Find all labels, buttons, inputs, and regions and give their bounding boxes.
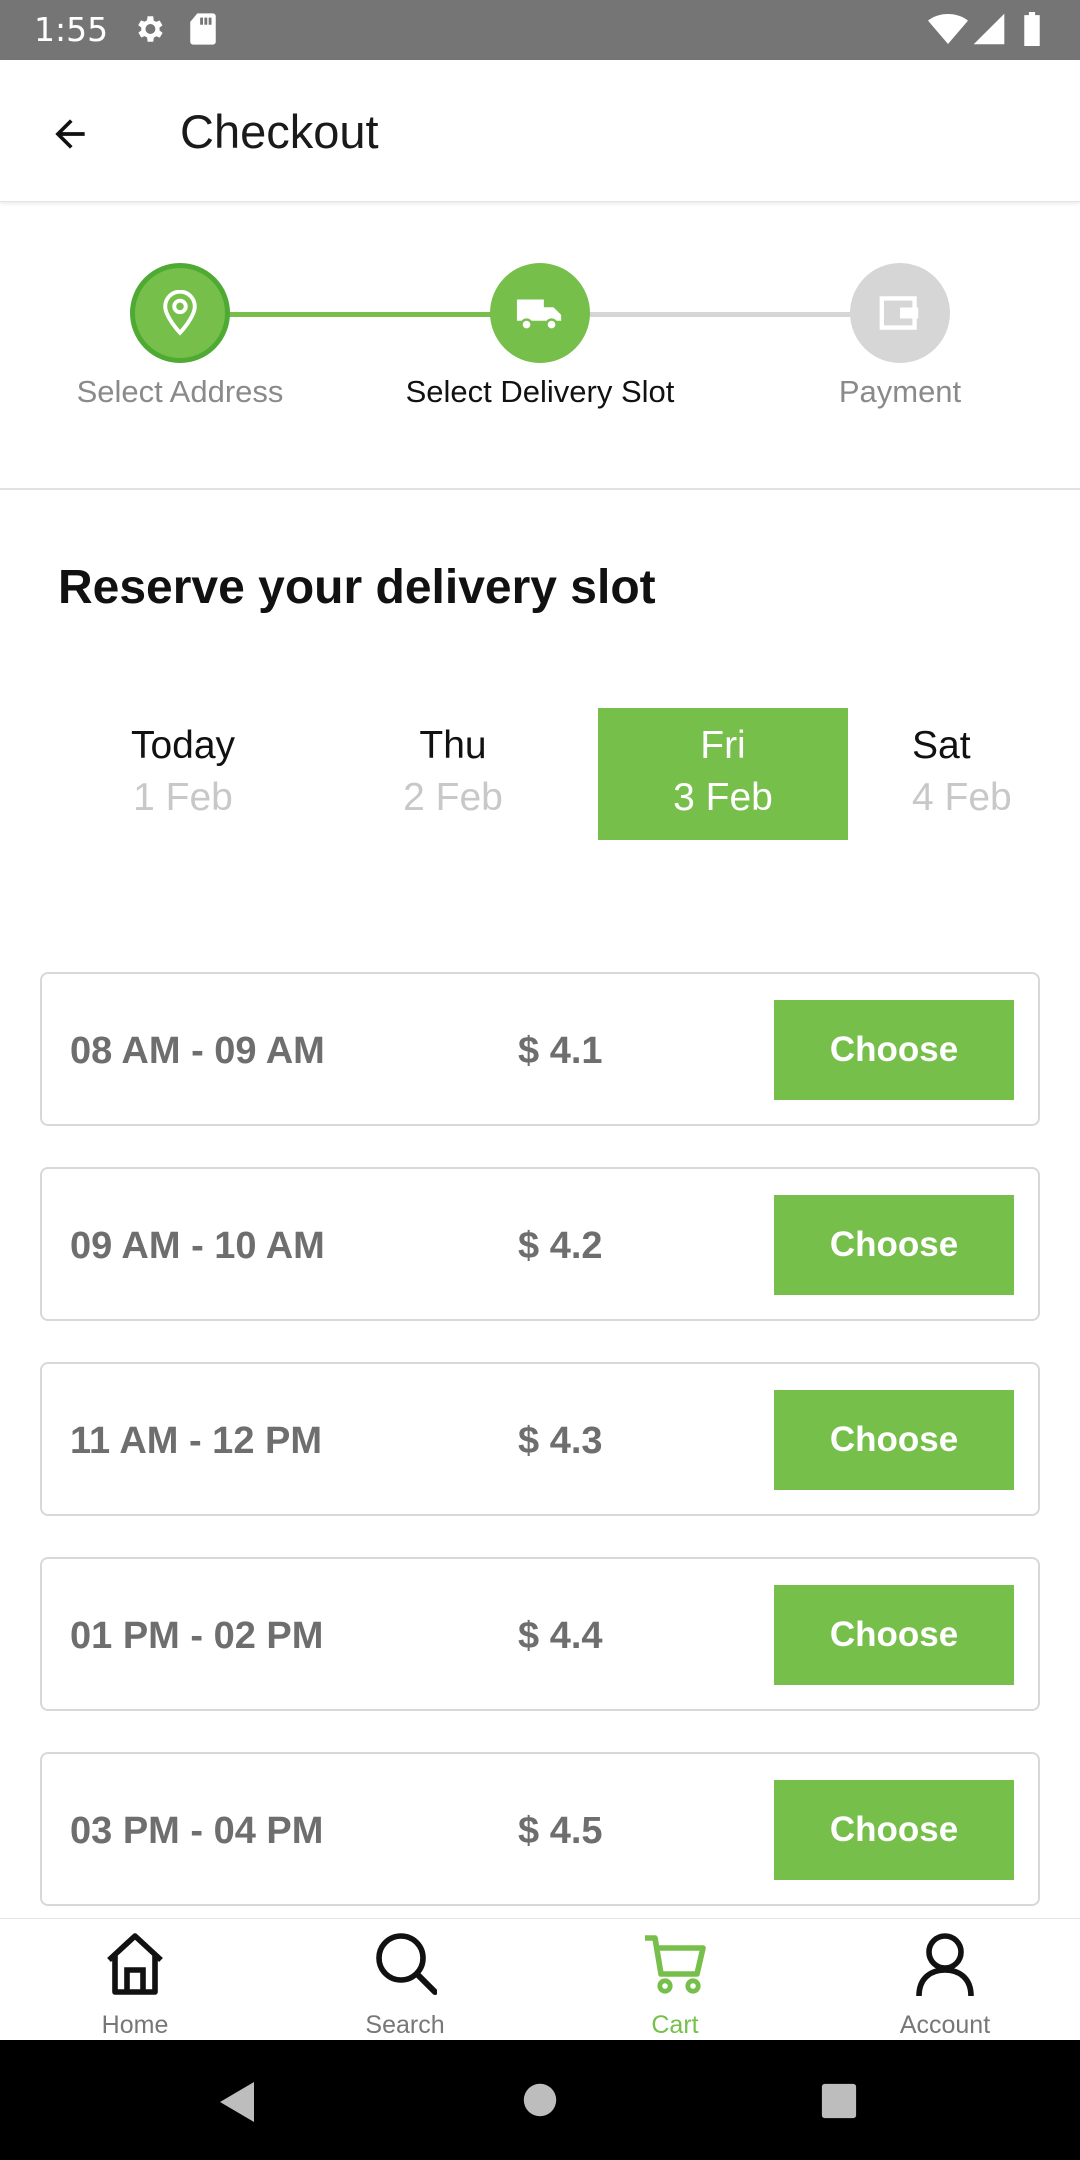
account-icon	[916, 1933, 974, 1997]
arrow-left-icon	[55, 119, 85, 149]
date-tab-date: 1 Feb	[133, 776, 233, 819]
choose-button[interactable]: Choose	[774, 1195, 1014, 1295]
checkout-stepper: Select Address Select Delivery Slot Paym…	[0, 202, 1080, 490]
system-home-icon[interactable]	[522, 2082, 558, 2118]
slot-time: 09 AM - 10 AM	[70, 1225, 325, 1267]
bottom-nav: Home Search Cart Account	[0, 1918, 1080, 2040]
wallet-icon	[879, 296, 919, 330]
date-tab-today[interactable]: Today 1 Feb	[58, 708, 308, 840]
step-label-payment: Payment	[838, 374, 962, 409]
step-label-delivery: Select Delivery Slot	[405, 374, 675, 409]
system-back-icon[interactable]	[218, 2080, 258, 2124]
sd-card-icon	[190, 13, 216, 45]
nav-label-search: Search	[365, 2011, 445, 2039]
choose-button[interactable]: Choose	[774, 1390, 1014, 1490]
system-recents-icon[interactable]	[820, 2082, 858, 2120]
date-tab-day: Today	[130, 724, 236, 767]
date-tab-sat[interactable]: Sat 4 Feb	[868, 708, 1080, 840]
nav-label-cart: Cart	[651, 2011, 699, 2039]
nav-item-home[interactable]: Home	[0, 1919, 270, 2041]
home-icon	[107, 1933, 163, 1995]
truck-icon	[516, 299, 562, 331]
app-bar: Checkout	[0, 60, 1080, 202]
step-payment-circle	[850, 263, 950, 363]
slot-price: $ 4.2	[518, 1225, 603, 1267]
slot-card: 01 PM - 02 PM $ 4.4 Choose	[40, 1557, 1040, 1711]
slot-card: 09 AM - 10 AM $ 4.2 Choose	[40, 1167, 1040, 1321]
date-tab-day: Sat	[912, 724, 971, 767]
nav-label-account: Account	[899, 2011, 991, 2039]
step-address-circle	[130, 263, 230, 363]
stepper-line-pending	[540, 312, 900, 317]
step-delivery-circle	[490, 263, 590, 363]
back-button[interactable]	[38, 102, 102, 166]
page-title: Checkout	[180, 105, 379, 158]
slot-time: 03 PM - 04 PM	[70, 1810, 324, 1852]
date-tab-day: Thu	[419, 724, 487, 767]
date-tab-day: Fri	[700, 724, 746, 767]
gear-icon	[138, 16, 163, 42]
date-tab-fri[interactable]: Fri 3 Feb	[598, 708, 848, 840]
date-tab-date: 2 Feb	[403, 776, 503, 819]
battery-icon	[1024, 12, 1040, 46]
date-tab-thu[interactable]: Thu 2 Feb	[328, 708, 578, 840]
status-time: 1:55	[34, 10, 109, 49]
wifi-icon	[928, 14, 968, 44]
slot-price: $ 4.1	[518, 1030, 603, 1072]
slot-price: $ 4.4	[518, 1615, 603, 1657]
slot-time: 08 AM - 09 AM	[70, 1030, 325, 1072]
slot-card: 11 AM - 12 PM $ 4.3 Choose	[40, 1362, 1040, 1516]
choose-button[interactable]: Choose	[774, 1780, 1014, 1880]
signal-icon	[973, 13, 1005, 45]
date-tab-date: 3 Feb	[673, 776, 773, 819]
search-icon	[376, 1933, 437, 1995]
cart-icon	[645, 1935, 706, 1994]
nav-label-home: Home	[101, 2011, 169, 2039]
slot-time: 01 PM - 02 PM	[70, 1615, 324, 1657]
stepper-line-completed	[180, 312, 540, 317]
nav-item-search[interactable]: Search	[270, 1919, 540, 2041]
choose-button[interactable]: Choose	[774, 1585, 1014, 1685]
slot-time: 11 AM - 12 PM	[70, 1420, 323, 1462]
date-tab-date: 4 Feb	[912, 776, 1012, 819]
system-nav-bar	[0, 2040, 1080, 2160]
slot-card: 08 AM - 09 AM $ 4.1 Choose	[40, 972, 1040, 1126]
slot-price: $ 4.5	[518, 1810, 603, 1852]
slot-card: 03 PM - 04 PM $ 4.5 Choose	[40, 1752, 1040, 1906]
choose-button[interactable]: Choose	[774, 1000, 1014, 1100]
slot-price: $ 4.3	[518, 1420, 603, 1462]
status-bar: 1:55	[0, 0, 1080, 60]
nav-item-cart[interactable]: Cart	[540, 1919, 810, 2041]
location-pin-icon	[163, 290, 197, 336]
section-title: Reserve your delivery slot	[58, 561, 656, 614]
nav-item-account[interactable]: Account	[810, 1919, 1080, 2041]
step-label-address: Select Address	[76, 374, 284, 409]
